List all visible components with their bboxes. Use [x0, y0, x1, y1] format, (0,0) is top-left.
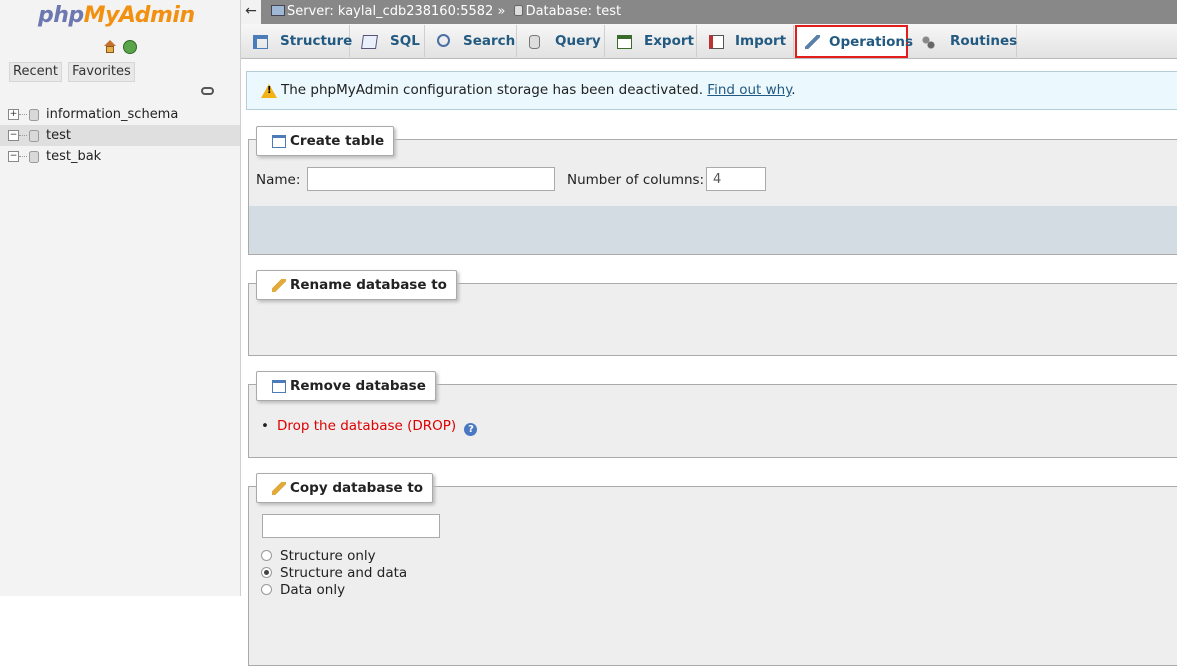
favorites-tab[interactable]: Favorites: [68, 62, 135, 82]
database-tree: + information_schema − test − test_bak: [0, 104, 240, 167]
expand-icon[interactable]: +: [8, 109, 19, 120]
reload-icon[interactable]: [123, 39, 138, 54]
tree-item-label[interactable]: test_bak: [46, 149, 101, 164]
table-remove-icon: [272, 380, 286, 393]
tab-query[interactable]: Query: [517, 25, 605, 57]
copy-database-section: Copy database to Structure only Structur…: [248, 473, 1177, 666]
nav-home-icons: [103, 39, 139, 54]
copy-database-name-input[interactable]: [262, 514, 440, 538]
radio-button[interactable]: [261, 567, 272, 578]
breadcrumb-separator: »: [497, 4, 506, 19]
radio-button[interactable]: [261, 584, 272, 595]
radio-button[interactable]: [261, 550, 272, 561]
breadcrumb-server[interactable]: Server: kaylal_cdb238160:5582: [287, 4, 493, 19]
table-name-input[interactable]: [307, 167, 555, 191]
rename-database-legend: Rename database to: [256, 270, 457, 300]
breadcrumb-database[interactable]: Database: test: [526, 4, 622, 19]
server-icon: [271, 5, 285, 16]
create-table-footer: [249, 206, 1177, 254]
database-icon: [513, 5, 523, 16]
tree-item-label[interactable]: test: [46, 128, 71, 143]
number-of-columns-label: Number of columns:: [567, 172, 705, 188]
radio-structure-and-data[interactable]: Structure and data: [261, 565, 407, 581]
remove-database-section: Remove database • Drop the database (DRO…: [248, 371, 1177, 458]
main-tab-bar: Structure SQL Search Query Export Import…: [241, 24, 1177, 59]
create-table-legend: Create table: [256, 126, 395, 156]
collapse-nav-button[interactable]: ←: [241, 0, 261, 24]
tab-export[interactable]: Export: [605, 25, 697, 57]
radio-structure-only[interactable]: Structure only: [261, 548, 376, 564]
wrench-icon: [805, 35, 820, 49]
tab-structure[interactable]: Structure: [241, 25, 352, 57]
collapse-icon[interactable]: −: [8, 130, 19, 141]
search-icon: [437, 34, 450, 47]
phpmyadmin-logo[interactable]: phpMyAdmin: [38, 3, 195, 28]
collapse-icon[interactable]: −: [8, 151, 19, 162]
tab-operations[interactable]: Operations: [795, 25, 913, 58]
navigation-panel: phpMyAdmin Recent Favorites + informatio…: [0, 0, 241, 596]
copy-database-legend: Copy database to: [256, 473, 434, 503]
remove-database-legend: Remove database: [256, 371, 436, 401]
tree-item-test[interactable]: − test: [0, 125, 240, 146]
tab-routines[interactable]: Routines: [909, 25, 1017, 57]
recent-tab[interactable]: Recent: [9, 62, 62, 82]
rename-database-section: Rename database to: [248, 270, 1177, 356]
export-icon: [617, 35, 632, 49]
tab-search[interactable]: Search: [425, 25, 517, 57]
drop-database-item: • Drop the database (DROP) ?: [261, 418, 478, 436]
link-with-main-panel-icon[interactable]: [201, 87, 214, 95]
home-icon[interactable]: [103, 39, 117, 54]
tab-import[interactable]: Import: [697, 25, 794, 57]
routines-icon: [921, 35, 936, 49]
database-icon: [29, 130, 39, 142]
database-icon: [29, 151, 39, 163]
tree-item-label[interactable]: information_schema: [46, 107, 178, 122]
pencil-icon: [272, 482, 286, 495]
query-icon: [529, 35, 540, 49]
number-of-columns-input[interactable]: [706, 167, 766, 191]
sql-icon: [361, 35, 378, 49]
table-add-icon: [272, 135, 286, 148]
config-storage-notice: The phpMyAdmin configuration storage has…: [246, 71, 1177, 110]
table-name-label: Name:: [256, 172, 301, 188]
main-content: The phpMyAdmin configuration storage has…: [241, 59, 1177, 666]
help-icon[interactable]: ?: [464, 423, 478, 436]
tree-item-information-schema[interactable]: + information_schema: [0, 104, 240, 125]
pencil-icon: [272, 279, 286, 292]
import-icon: [709, 35, 724, 49]
create-table-section: Create table Name: Number of columns:: [248, 126, 1177, 255]
breadcrumb: ← Server: kaylal_cdb238160:5582 » Databa…: [241, 0, 1177, 24]
database-icon: [29, 109, 39, 121]
find-out-why-link[interactable]: Find out why: [707, 82, 791, 98]
tree-item-test-bak[interactable]: − test_bak: [0, 146, 240, 167]
nav-tabs: Recent Favorites: [9, 62, 137, 82]
drop-database-link[interactable]: Drop the database (DROP): [277, 418, 456, 434]
tab-sql[interactable]: SQL: [350, 25, 425, 57]
structure-icon: [253, 35, 268, 49]
warning-icon: [261, 84, 277, 98]
